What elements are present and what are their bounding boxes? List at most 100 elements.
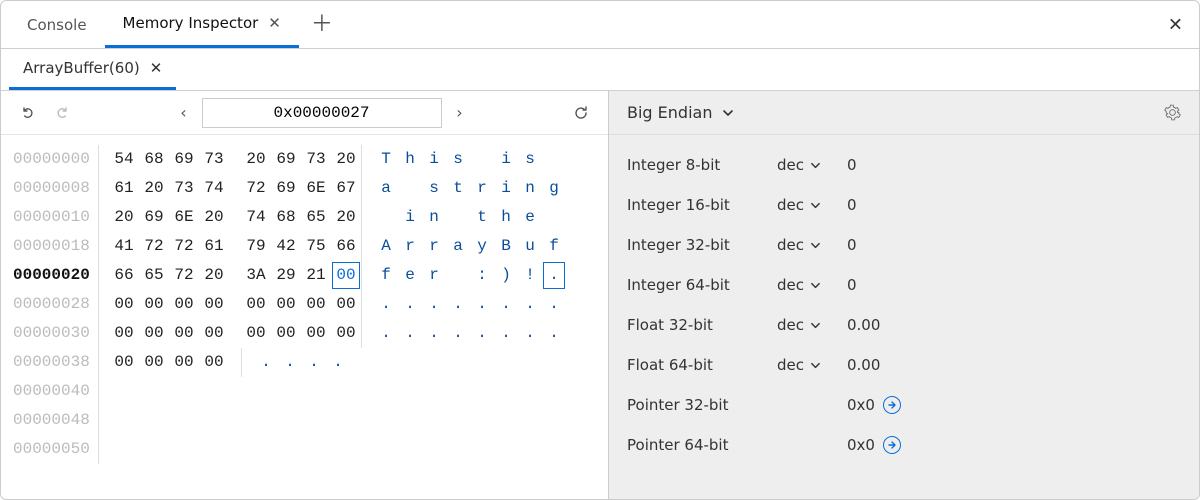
byte-cell[interactable]: 00 bbox=[271, 319, 301, 348]
ascii-cell[interactable]: . bbox=[374, 290, 398, 319]
ascii-cell[interactable]: . bbox=[326, 348, 350, 377]
ascii-cell[interactable]: a bbox=[374, 174, 398, 203]
byte-cell[interactable]: 54 bbox=[109, 145, 139, 174]
close-panel-button[interactable]: ✕ bbox=[1168, 14, 1183, 35]
byte-cell[interactable]: 72 bbox=[139, 232, 169, 261]
byte-cell[interactable]: 00 bbox=[139, 348, 169, 377]
byte-cell[interactable]: 61 bbox=[109, 174, 139, 203]
ascii-cell[interactable]: h bbox=[398, 145, 422, 174]
ascii-cell[interactable] bbox=[542, 145, 566, 174]
ascii-cell[interactable]: . bbox=[446, 319, 470, 348]
ascii-cell[interactable]: r bbox=[422, 261, 446, 290]
ascii-cell[interactable]: ) bbox=[494, 261, 518, 290]
value-format-select[interactable]: dec bbox=[777, 156, 847, 174]
byte-cell[interactable]: 74 bbox=[241, 203, 271, 232]
byte-cell[interactable]: 72 bbox=[169, 232, 199, 261]
byte-cell[interactable]: 00 bbox=[199, 348, 229, 377]
byte-cell[interactable]: 00 bbox=[331, 319, 361, 348]
byte-cell[interactable]: 65 bbox=[301, 203, 331, 232]
ascii-cell[interactable]: . bbox=[542, 290, 566, 319]
value-format-select[interactable]: dec bbox=[777, 196, 847, 214]
ascii-cell[interactable] bbox=[374, 203, 398, 232]
ascii-cell[interactable] bbox=[470, 145, 494, 174]
ascii-cell[interactable]: s bbox=[446, 145, 470, 174]
buffer-tab[interactable]: ArrayBuffer(60) ✕ bbox=[9, 49, 176, 90]
ascii-cell[interactable]: . bbox=[398, 290, 422, 319]
byte-cell[interactable]: 00 bbox=[331, 290, 361, 319]
byte-cell[interactable]: 00 bbox=[169, 319, 199, 348]
ascii-cell[interactable]: . bbox=[302, 348, 326, 377]
ascii-cell[interactable]: f bbox=[374, 261, 398, 290]
ascii-cell[interactable]: A bbox=[374, 232, 398, 261]
ascii-cell[interactable]: h bbox=[494, 203, 518, 232]
close-tab-icon[interactable]: ✕ bbox=[268, 14, 281, 32]
ascii-cell[interactable]: t bbox=[470, 203, 494, 232]
ascii-cell[interactable] bbox=[446, 203, 470, 232]
ascii-cell[interactable] bbox=[446, 261, 470, 290]
byte-cell[interactable]: 00 bbox=[241, 319, 271, 348]
ascii-cell[interactable]: . bbox=[494, 290, 518, 319]
refresh-button[interactable] bbox=[568, 100, 594, 126]
ascii-cell[interactable]: i bbox=[398, 203, 422, 232]
ascii-cell[interactable]: i bbox=[494, 145, 518, 174]
byte-cell[interactable]: 00 bbox=[109, 290, 139, 319]
ascii-cell[interactable]: . bbox=[470, 319, 494, 348]
ascii-cell[interactable]: r bbox=[470, 174, 494, 203]
ascii-cell[interactable]: s bbox=[422, 174, 446, 203]
byte-cell[interactable]: 66 bbox=[331, 232, 361, 261]
ascii-cell[interactable]: y bbox=[470, 232, 494, 261]
byte-cell[interactable]: 6E bbox=[301, 174, 331, 203]
byte-cell[interactable]: 21 bbox=[301, 261, 331, 290]
ascii-cell[interactable]: . bbox=[398, 319, 422, 348]
ascii-cell[interactable]: . bbox=[278, 348, 302, 377]
byte-cell[interactable]: 20 bbox=[331, 145, 361, 174]
byte-cell[interactable]: 75 bbox=[301, 232, 331, 261]
byte-cell[interactable]: 73 bbox=[301, 145, 331, 174]
ascii-cell[interactable]: i bbox=[422, 145, 446, 174]
ascii-cell[interactable]: B bbox=[494, 232, 518, 261]
ascii-cell[interactable]: . bbox=[518, 319, 542, 348]
ascii-cell[interactable]: t bbox=[446, 174, 470, 203]
ascii-cell[interactable]: . bbox=[374, 319, 398, 348]
byte-cell[interactable]: 69 bbox=[271, 145, 301, 174]
byte-cell[interactable]: 00 bbox=[199, 290, 229, 319]
ascii-cell[interactable] bbox=[398, 174, 422, 203]
ascii-cell[interactable]: s bbox=[518, 145, 542, 174]
address-input[interactable] bbox=[202, 98, 442, 128]
value-format-select[interactable]: dec bbox=[777, 236, 847, 254]
undo-button[interactable] bbox=[15, 100, 41, 126]
ascii-cell[interactable]: ! bbox=[518, 261, 542, 290]
ascii-cell[interactable]: i bbox=[494, 174, 518, 203]
byte-cell[interactable]: 20 bbox=[199, 261, 229, 290]
next-address-button[interactable]: › bbox=[446, 103, 474, 122]
ascii-cell[interactable]: . bbox=[422, 319, 446, 348]
value-format-select[interactable]: dec bbox=[777, 316, 847, 334]
byte-cell[interactable]: 67 bbox=[331, 174, 361, 203]
ascii-cell[interactable]: f bbox=[542, 232, 566, 261]
byte-cell[interactable]: 69 bbox=[139, 203, 169, 232]
tab-memory-inspector[interactable]: Memory Inspector ✕ bbox=[105, 1, 299, 48]
settings-button[interactable] bbox=[1164, 104, 1181, 121]
byte-cell[interactable]: 00 bbox=[139, 290, 169, 319]
byte-cell[interactable]: 20 bbox=[109, 203, 139, 232]
byte-cell[interactable]: 20 bbox=[139, 174, 169, 203]
ascii-cell[interactable]: : bbox=[470, 261, 494, 290]
byte-cell[interactable]: 73 bbox=[169, 174, 199, 203]
byte-cell[interactable]: 00 bbox=[199, 319, 229, 348]
ascii-cell[interactable]: a bbox=[446, 232, 470, 261]
ascii-cell[interactable]: T bbox=[374, 145, 398, 174]
byte-cell[interactable]: 00 bbox=[331, 261, 361, 290]
close-buffer-tab-icon[interactable]: ✕ bbox=[150, 59, 163, 77]
ascii-cell[interactable]: . bbox=[422, 290, 446, 319]
ascii-cell[interactable]: n bbox=[422, 203, 446, 232]
byte-cell[interactable]: 00 bbox=[169, 348, 199, 377]
byte-cell[interactable]: 68 bbox=[139, 145, 169, 174]
byte-cell[interactable]: 20 bbox=[331, 203, 361, 232]
ascii-cell[interactable]: u bbox=[518, 232, 542, 261]
byte-cell[interactable]: 00 bbox=[139, 319, 169, 348]
byte-cell[interactable]: 69 bbox=[169, 145, 199, 174]
endianness-select[interactable]: Big Endian bbox=[627, 103, 734, 122]
byte-cell[interactable]: 00 bbox=[301, 319, 331, 348]
byte-cell[interactable]: 3A bbox=[241, 261, 271, 290]
byte-cell[interactable]: 72 bbox=[169, 261, 199, 290]
